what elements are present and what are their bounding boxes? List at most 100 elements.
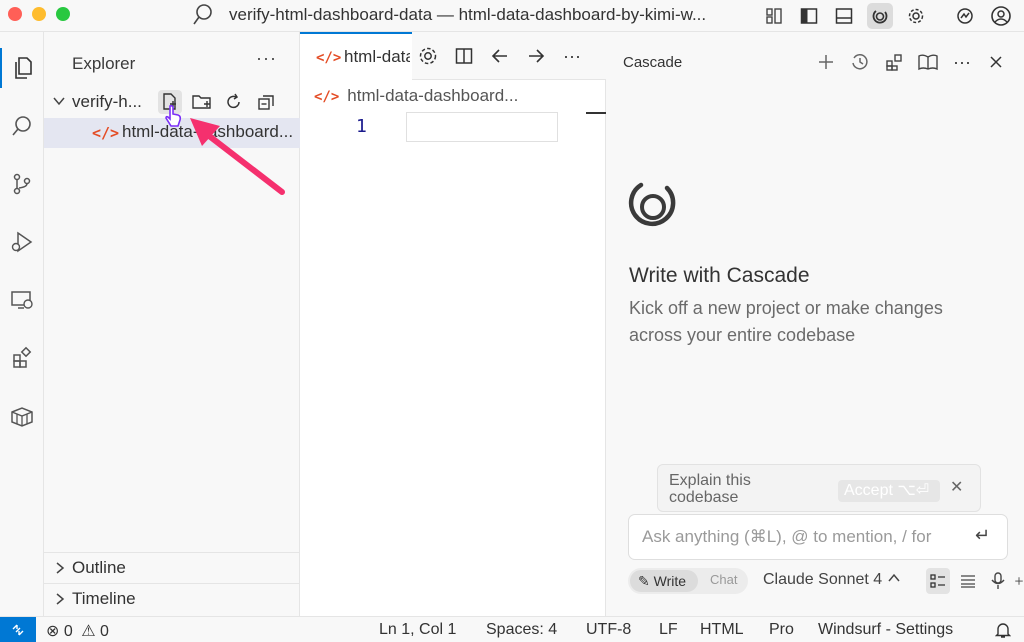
title-bar: verify-html-dashboard-data — html-data-d…	[0, 0, 1024, 32]
collapse-all-icon[interactable]	[254, 90, 278, 114]
line-endings[interactable]: LF	[659, 621, 678, 639]
warning-icon: ⚠	[81, 623, 96, 640]
cascade-logo-icon	[626, 178, 678, 237]
plus-icon[interactable]	[814, 50, 838, 74]
code-line[interactable]	[406, 112, 558, 142]
more-actions-icon[interactable]: ···	[256, 48, 277, 69]
new-folder-icon[interactable]	[190, 90, 214, 114]
editor-actions: ···	[416, 44, 584, 68]
toggle-primary-sidebar-icon[interactable]	[796, 3, 822, 29]
explorer-title: Explorer	[72, 54, 136, 73]
cascade-heading: Write with Cascade	[629, 264, 810, 287]
account-icon[interactable]	[988, 3, 1014, 29]
chevron-down-icon[interactable]	[52, 94, 66, 113]
suggestion-text[interactable]: Explain this codebase	[669, 472, 809, 506]
html-file-icon: </>	[314, 89, 340, 105]
split-editor-icon[interactable]	[452, 44, 476, 68]
window-title[interactable]: verify-html-dashboard-data — html-data-d…	[229, 5, 706, 25]
plan-badge[interactable]: Pro	[769, 621, 794, 639]
timeline-section[interactable]: Timeline	[44, 583, 300, 613]
microphone-icon[interactable]	[986, 568, 1010, 594]
pencil-icon: ✎	[638, 573, 650, 589]
cascade-subtitle: Kick off a new project or make changes a…	[629, 298, 943, 345]
arrow-right-icon[interactable]	[524, 44, 548, 68]
model-selector[interactable]: Claude Sonnet 4	[763, 571, 901, 589]
enter-icon[interactable]: ↵	[975, 525, 990, 546]
gear-icon[interactable]	[416, 44, 440, 68]
arrow-left-icon[interactable]	[488, 44, 512, 68]
plus-icon[interactable]	[1014, 568, 1024, 594]
mode-write-button[interactable]: ✎ Write	[630, 570, 698, 592]
toggle-panel-icon[interactable]	[831, 3, 857, 29]
customize-layout-icon[interactable]	[761, 3, 787, 29]
remote-indicator-icon[interactable]	[0, 617, 36, 642]
app-window: verify-html-dashboard-data — html-data-d…	[0, 0, 1024, 642]
refresh-icon[interactable]	[222, 90, 246, 114]
search-icon[interactable]	[192, 3, 214, 27]
status-bar: ⊗ 0 ⚠ 0 Ln 1, Col 1 Spaces: 4 UTF-8 LF H…	[0, 616, 1024, 642]
containers-icon[interactable]	[0, 396, 44, 436]
run-debug-icon[interactable]	[0, 222, 44, 262]
source-control-icon[interactable]	[0, 164, 44, 204]
mode-toggle[interactable]: ✎ Write Chat	[628, 568, 748, 594]
cascade-actions: ···	[814, 50, 1008, 74]
chevron-right-icon	[54, 592, 66, 611]
close-icon[interactable]: ✕	[950, 477, 963, 497]
chat-input-box[interactable]: ↵	[628, 514, 1008, 560]
close-window-button[interactable]	[8, 7, 22, 21]
history-icon[interactable]	[848, 50, 872, 74]
error-icon: ⊗	[46, 623, 60, 640]
more-actions-icon[interactable]: ···	[950, 50, 974, 74]
error-count: 0	[63, 623, 73, 640]
windsurf-settings[interactable]: Windsurf - Settings	[818, 621, 953, 639]
list-icon[interactable]	[956, 568, 980, 594]
mode-chat-button[interactable]: Chat	[710, 572, 737, 587]
activity-bar	[0, 32, 44, 616]
extensions-icon[interactable]	[0, 338, 44, 378]
accept-button[interactable]: Accept ⌥⏎	[838, 480, 940, 502]
extensions-icon[interactable]	[882, 50, 906, 74]
timeline-label: Timeline	[72, 589, 136, 608]
outline-label: Outline	[72, 558, 126, 577]
chevron-right-icon	[54, 561, 66, 580]
chevron-up-icon	[888, 573, 900, 582]
cascade-panel: Cascade ··· Write with Cascade Kick off …	[606, 32, 1024, 616]
editor-tab-bar: </> html-data-dashboard.html ···	[300, 32, 606, 80]
chat-input[interactable]	[642, 526, 962, 548]
line-number: 1	[356, 116, 367, 137]
breadcrumb-label: html-data-dashboard...	[347, 86, 519, 105]
language-mode[interactable]: HTML	[700, 621, 744, 639]
warning-count: 0	[100, 623, 109, 640]
book-icon[interactable]	[916, 50, 940, 74]
outline-section[interactable]: Outline	[44, 552, 300, 582]
editor-area: </> html-data-dashboard.html ···	[300, 32, 606, 616]
encoding[interactable]: UTF-8	[586, 621, 631, 639]
search-icon[interactable]	[0, 106, 44, 146]
model-label: Claude Sonnet 4	[763, 571, 883, 588]
html-file-icon: </>	[92, 124, 120, 142]
remote-explorer-icon[interactable]	[0, 280, 44, 320]
problems-indicator[interactable]: ⊗ 0 ⚠ 0	[46, 621, 109, 641]
tab-label: html-data-dashboard.html	[344, 47, 410, 66]
bell-icon[interactable]	[994, 621, 1012, 642]
cascade-toolbar: ✎ Write Chat Claude Sonnet 4	[628, 568, 1024, 594]
sync-icon[interactable]	[952, 3, 978, 29]
explorer-icon[interactable]	[0, 48, 44, 88]
editor-tab[interactable]: </> html-data-dashboard.html	[300, 32, 412, 80]
cascade-title: Cascade	[623, 54, 683, 71]
file-item-label: html-data-dashboard...	[122, 122, 294, 141]
mode-write-label: Write	[653, 573, 687, 589]
html-file-icon: </>	[316, 50, 342, 66]
minimize-window-button[interactable]	[32, 7, 46, 21]
close-icon[interactable]	[984, 50, 1008, 74]
cursor-position[interactable]: Ln 1, Col 1	[379, 621, 456, 639]
breadcrumb[interactable]: </> html-data-dashboard...	[314, 86, 518, 106]
indentation[interactable]: Spaces: 4	[486, 621, 557, 639]
gear-icon[interactable]	[903, 3, 929, 29]
maximize-window-button[interactable]	[56, 7, 70, 21]
suggestion-card[interactable]: Explain this codebase Accept ⌥⏎ ✕	[657, 464, 981, 512]
toggle-cascade-icon[interactable]	[867, 3, 893, 29]
folder-name[interactable]: verify-h...	[72, 92, 142, 112]
checklist-icon[interactable]	[926, 568, 950, 594]
more-actions-icon[interactable]: ···	[560, 44, 584, 68]
